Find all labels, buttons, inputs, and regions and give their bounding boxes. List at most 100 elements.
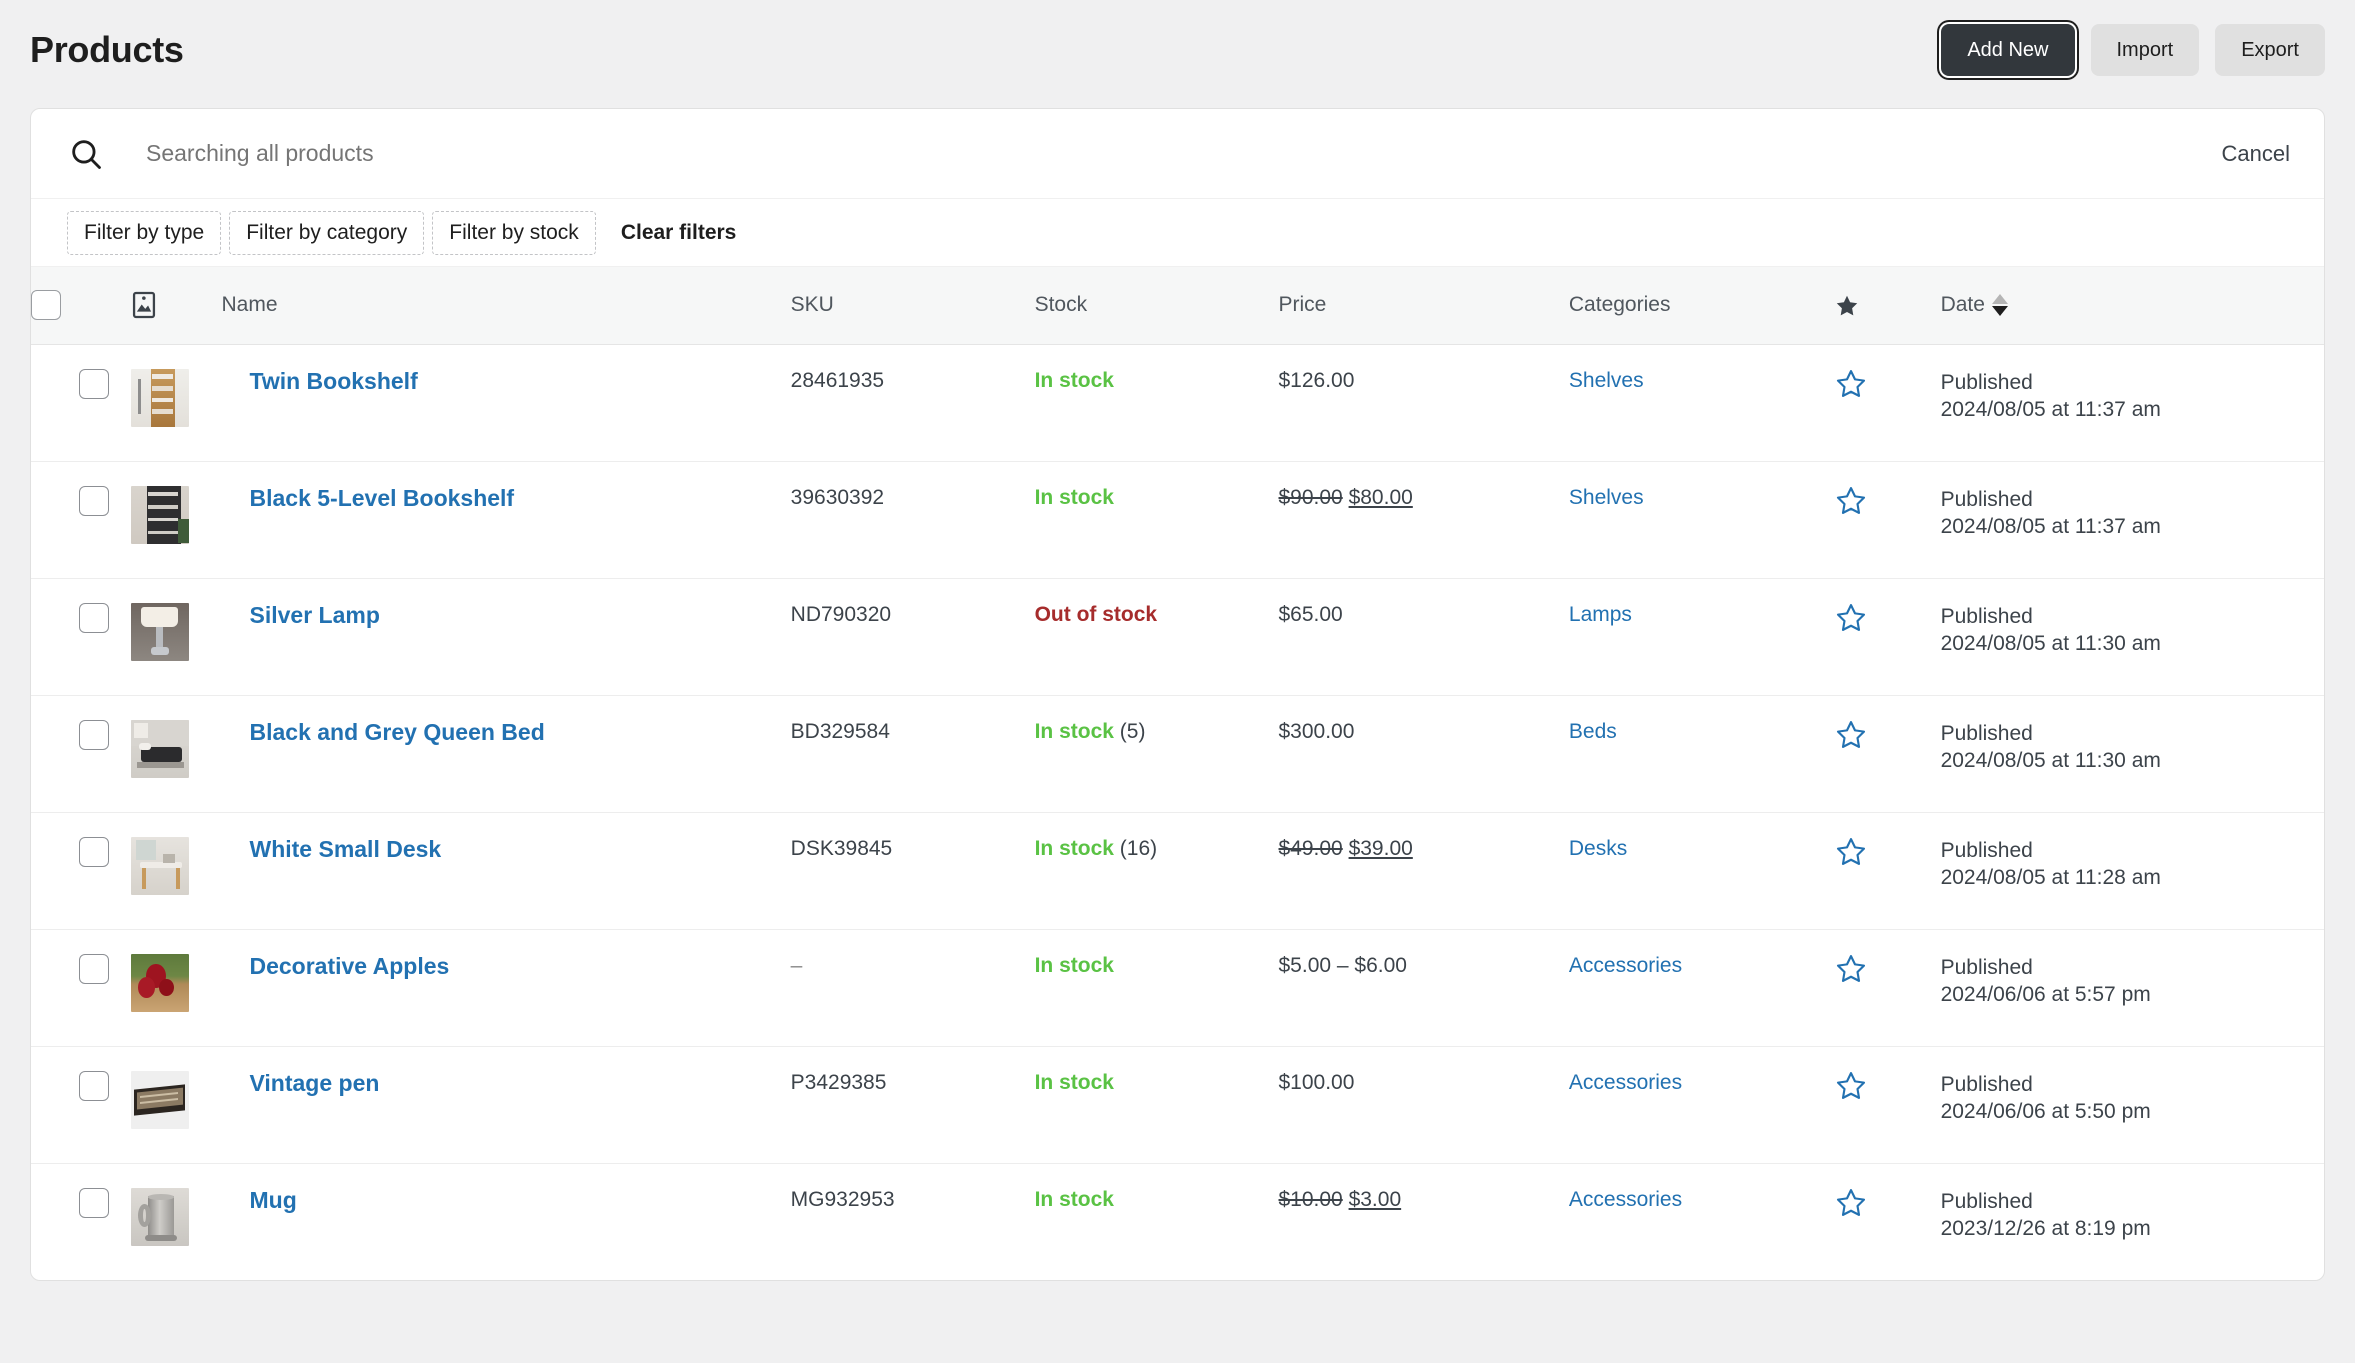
clear-filters-chip[interactable]: Clear filters xyxy=(603,210,754,255)
row-featured-cell xyxy=(1836,344,1941,462)
row-checkbox[interactable] xyxy=(79,953,109,984)
product-name-link[interactable]: Vintage pen xyxy=(249,1070,379,1096)
row-price-cell: $65.00 xyxy=(1278,578,1569,696)
category-link[interactable]: Shelves xyxy=(1569,486,1644,509)
row-stock-cell: In stock (16) xyxy=(1034,812,1279,930)
row-price-cell: $5.00 – $6.00 xyxy=(1278,929,1569,1047)
row-date-cell: Published 2023/12/26 at 8:19 pm xyxy=(1941,1163,2324,1280)
star-outline-icon[interactable] xyxy=(1836,954,1941,983)
price-original: $90.00 xyxy=(1278,485,1343,509)
product-thumbnail[interactable] xyxy=(130,602,189,661)
product-name-link[interactable]: Silver Lamp xyxy=(249,602,379,628)
header-actions: Add New Import Export xyxy=(1941,24,2325,76)
row-checkbox[interactable] xyxy=(79,1187,109,1218)
products-table: Name SKU Stock Price Categories Date Twi… xyxy=(31,267,2324,1280)
row-category-cell: Shelves xyxy=(1568,461,1837,579)
stock-count: (5) xyxy=(1119,719,1146,743)
select-all-checkbox[interactable] xyxy=(31,290,61,321)
date-status: Published xyxy=(1940,370,2033,394)
table-row: Silver Lamp ND790320 Out of stock $65.00… xyxy=(31,578,2324,696)
row-featured-cell xyxy=(1836,695,1941,813)
star-outline-icon[interactable] xyxy=(1836,837,1941,866)
row-thumbnail-cell xyxy=(130,461,222,579)
row-price-cell: $49.00 $39.00 xyxy=(1278,812,1569,930)
add-new-button[interactable]: Add New xyxy=(1941,24,2075,76)
star-outline-icon[interactable] xyxy=(1836,1188,1941,1217)
row-featured-cell xyxy=(1836,812,1941,930)
price: $300.00 xyxy=(1278,719,1355,743)
product-thumbnail[interactable] xyxy=(130,485,189,544)
image-column-header xyxy=(130,267,222,345)
star-outline-icon[interactable] xyxy=(1836,1071,1941,1100)
product-name-link[interactable]: Mug xyxy=(249,1187,296,1213)
filter-by-category-chip[interactable]: Filter by category xyxy=(229,210,425,255)
stock-count: (16) xyxy=(1119,836,1158,860)
category-link[interactable]: Accessories xyxy=(1569,1071,1682,1094)
star-outline-icon[interactable] xyxy=(1836,603,1941,632)
product-name-link[interactable]: Twin Bookshelf xyxy=(249,368,417,394)
row-category-cell: Desks xyxy=(1568,812,1837,930)
date-value: 2024/06/06 at 5:57 pm xyxy=(1940,983,2151,1007)
row-checkbox[interactable] xyxy=(79,836,109,867)
product-thumbnail[interactable] xyxy=(130,719,189,778)
page-title: Products xyxy=(30,29,184,70)
filter-bar: Filter by type Filter by category Filter… xyxy=(31,199,2324,267)
row-checkbox[interactable] xyxy=(79,1070,109,1101)
star-outline-icon[interactable] xyxy=(1836,369,1941,398)
export-button[interactable]: Export xyxy=(2215,24,2325,76)
price: $5.00 – $6.00 xyxy=(1278,953,1407,977)
row-thumbnail-cell xyxy=(130,812,222,930)
row-checkbox[interactable] xyxy=(79,602,109,633)
table-row: White Small Desk DSK39845 In stock (16) … xyxy=(31,812,2324,930)
row-category-cell: Accessories xyxy=(1568,1046,1837,1164)
row-price-cell: $100.00 xyxy=(1278,1046,1569,1164)
category-link[interactable]: Beds xyxy=(1569,720,1617,743)
sku-column-header[interactable]: SKU xyxy=(790,267,1035,345)
category-link[interactable]: Desks xyxy=(1569,837,1627,860)
cancel-search-button[interactable]: Cancel xyxy=(2218,133,2294,175)
product-name-link[interactable]: Black and Grey Queen Bed xyxy=(249,719,544,745)
product-thumbnail[interactable] xyxy=(130,1070,189,1129)
row-stock-cell: In stock xyxy=(1034,929,1279,1047)
categories-column-header[interactable]: Categories xyxy=(1568,267,1837,345)
row-name-cell: Decorative Apples xyxy=(221,929,791,1047)
date-column-header[interactable]: Date xyxy=(1940,267,2324,345)
stock-status: In stock xyxy=(1034,368,1114,392)
import-button[interactable]: Import xyxy=(2090,24,2200,76)
product-name-link[interactable]: White Small Desk xyxy=(249,836,441,862)
price-original: $10.00 xyxy=(1278,1187,1343,1211)
row-price-cell: $90.00 $80.00 xyxy=(1278,461,1569,579)
row-select-cell xyxy=(31,1046,131,1164)
product-thumbnail[interactable] xyxy=(130,1187,189,1246)
filter-by-stock-chip[interactable]: Filter by stock xyxy=(432,210,596,255)
row-name-cell: Vintage pen xyxy=(221,1046,791,1164)
product-thumbnail[interactable] xyxy=(130,368,189,427)
row-date-cell: Published 2024/08/05 at 11:37 am xyxy=(1940,344,2324,462)
category-link[interactable]: Lamps xyxy=(1569,603,1632,626)
filter-by-type-chip[interactable]: Filter by type xyxy=(67,210,222,255)
row-checkbox[interactable] xyxy=(79,368,109,399)
featured-column-header[interactable] xyxy=(1836,267,1941,345)
product-thumbnail[interactable] xyxy=(130,953,189,1012)
row-stock-cell: In stock xyxy=(1034,461,1279,579)
search-input[interactable] xyxy=(146,140,2218,167)
star-outline-icon[interactable] xyxy=(1836,486,1941,515)
stock-column-header[interactable]: Stock xyxy=(1034,267,1279,345)
product-name-link[interactable]: Black 5-Level Bookshelf xyxy=(249,485,514,511)
category-link[interactable]: Shelves xyxy=(1569,369,1644,392)
row-thumbnail-cell xyxy=(130,929,222,1047)
category-link[interactable]: Accessories xyxy=(1569,954,1682,977)
star-outline-icon[interactable] xyxy=(1836,720,1941,749)
row-checkbox[interactable] xyxy=(79,485,109,516)
row-select-cell xyxy=(31,812,131,930)
price-column-header[interactable]: Price xyxy=(1278,267,1569,345)
category-link[interactable]: Accessories xyxy=(1569,1188,1682,1211)
product-name-link[interactable]: Decorative Apples xyxy=(249,953,449,979)
name-column-header[interactable]: Name xyxy=(221,267,791,345)
date-status: Published xyxy=(1940,487,2033,511)
price-sale: $39.00 xyxy=(1348,836,1413,860)
row-select-cell xyxy=(31,461,131,579)
row-checkbox[interactable] xyxy=(79,719,109,750)
price-sale: $3.00 xyxy=(1348,1187,1402,1211)
product-thumbnail[interactable] xyxy=(130,836,189,895)
